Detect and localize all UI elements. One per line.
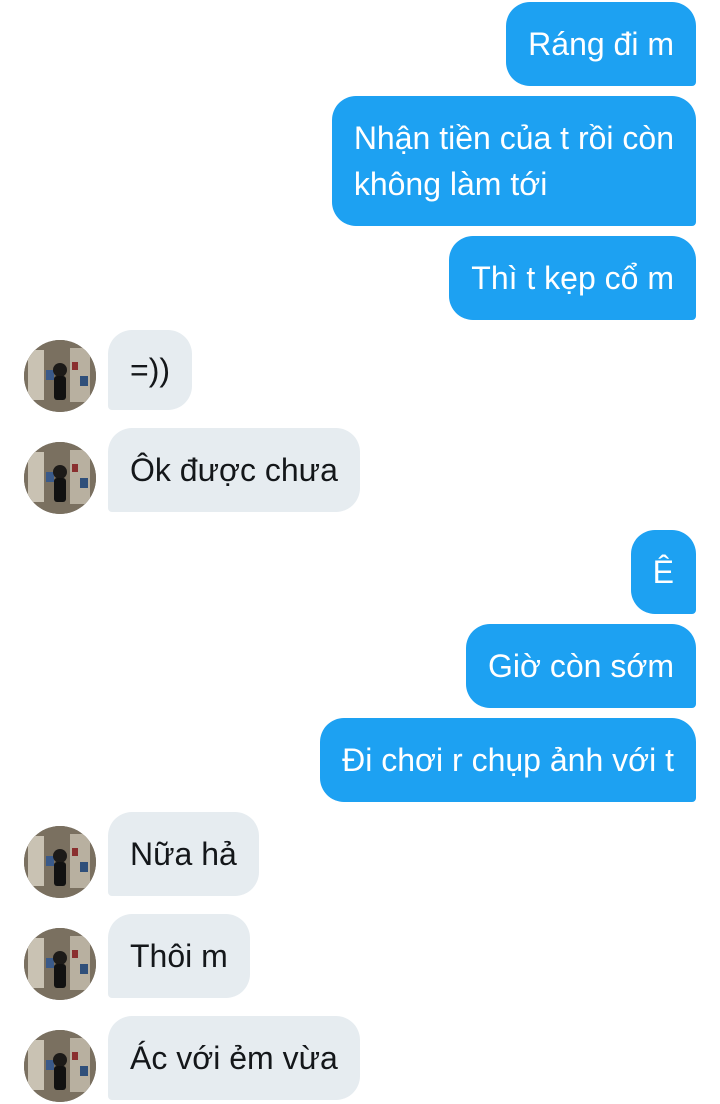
sent-message-bubble: Đi chơi r chụp ảnh với t xyxy=(320,718,696,802)
contact-avatar[interactable] xyxy=(24,928,96,1000)
avatar-photo-icon xyxy=(24,826,96,898)
received-message-bubble: Ôk được chưa xyxy=(108,428,360,512)
avatar-photo-icon xyxy=(24,442,96,514)
sent-message-bubble: Giờ còn sớm xyxy=(466,624,696,708)
contact-avatar[interactable] xyxy=(24,442,96,514)
contact-avatar[interactable] xyxy=(24,1030,96,1102)
sent-message-bubble: Thì t kẹp cổ m xyxy=(449,236,696,320)
received-message-bubble: Thôi m xyxy=(108,914,250,998)
received-message-bubble: Nữa hả xyxy=(108,812,259,896)
sent-message-bubble: Ráng đi m xyxy=(506,2,696,86)
contact-avatar[interactable] xyxy=(24,340,96,412)
avatar-photo-icon xyxy=(24,928,96,1000)
contact-avatar[interactable] xyxy=(24,826,96,898)
sent-message-bubble: Nhận tiền của t rồi còn không làm tới xyxy=(331,96,696,226)
sent-message-bubble: Ê xyxy=(630,530,696,614)
avatar-photo-icon xyxy=(24,340,96,412)
received-message-bubble: =)) xyxy=(108,330,192,410)
avatar-photo-icon xyxy=(24,1030,96,1102)
received-message-bubble: Ác với ẻm vừa xyxy=(108,1016,360,1100)
